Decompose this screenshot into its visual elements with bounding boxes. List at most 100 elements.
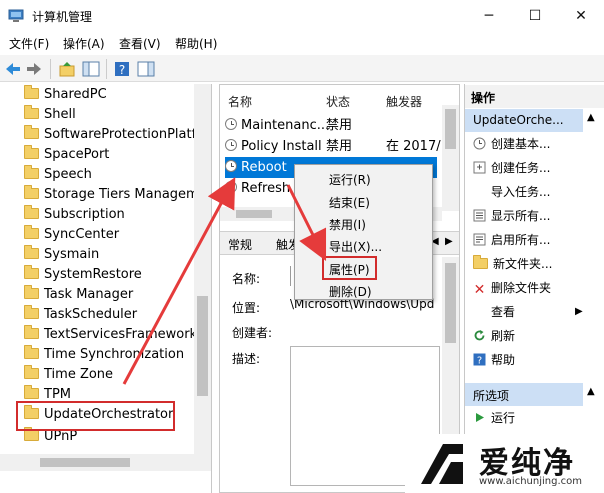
scrollbar-thumb[interactable]: [197, 296, 208, 396]
delete-x-icon: ✕: [473, 282, 486, 298]
ctx-disable[interactable]: 禁用(I): [329, 216, 366, 233]
tree-item[interactable]: SystemRestore: [24, 265, 142, 285]
folder-icon: [24, 145, 39, 159]
action-show-all-running[interactable]: 显示所有...: [473, 204, 603, 228]
menu-action[interactable]: 操作(A): [63, 35, 105, 52]
tree-horizontal-scrollbar[interactable]: [0, 454, 211, 471]
clock-icon: [225, 139, 237, 151]
action-run[interactable]: 运行: [473, 406, 603, 430]
tree-item[interactable]: Storage Tiers Manageme: [24, 185, 207, 205]
tree-item[interactable]: SoftwareProtectionPlatfor: [24, 125, 209, 145]
action-view[interactable]: 查看 ▶: [473, 300, 603, 324]
title-bar: 计算机管理 ─ ☐ ✕: [0, 0, 604, 32]
show-action-pane-icon[interactable]: [137, 60, 155, 78]
tree-item[interactable]: Time Synchronization: [24, 345, 184, 365]
scrollbar-thumb[interactable]: [445, 263, 456, 343]
actions-section-task-folder[interactable]: UpdateOrche...: [465, 109, 583, 132]
folder-icon: [24, 205, 39, 219]
menu-file[interactable]: 文件(F): [9, 35, 49, 52]
action-import-task[interactable]: 导入任务...: [473, 180, 603, 204]
tree-item[interactable]: Subscription: [24, 205, 125, 225]
folder-icon: [24, 125, 39, 139]
ctx-run[interactable]: 运行(R): [329, 171, 371, 188]
collapse-up-icon[interactable]: ▲: [587, 386, 595, 397]
tree-item[interactable]: SpacePort: [24, 145, 109, 165]
minimize-button[interactable]: ─: [466, 0, 512, 32]
help-icon[interactable]: ?: [113, 60, 131, 78]
back-arrow-icon[interactable]: [4, 60, 22, 78]
folder-icon: [24, 245, 39, 259]
tree-item[interactable]: TaskScheduler: [24, 305, 137, 325]
tab-scroll-right-icon[interactable]: ▶: [445, 236, 453, 247]
task-list-scrollbar[interactable]: [442, 105, 459, 211]
folder-icon: [24, 325, 39, 339]
tree-item[interactable]: Sysmain: [24, 245, 99, 265]
toolbar-separator: [106, 59, 107, 79]
folder-icon: [24, 365, 39, 379]
tree-item[interactable]: Time Zone: [24, 365, 113, 385]
context-menu: 运行(R) 结束(E) 禁用(I) 导出(X)... 属性(P) 删除(D): [294, 164, 433, 300]
tab-general[interactable]: 常规: [228, 236, 252, 253]
menu-bar: 文件(F) 操作(A) 查看(V) 帮助(H): [0, 32, 604, 54]
menu-view[interactable]: 查看(V): [119, 35, 161, 52]
create-basic-task-icon: [473, 137, 486, 150]
enable-history-icon: [473, 233, 486, 246]
author-label: 创建者:: [232, 326, 273, 340]
svg-text:?: ?: [477, 356, 482, 367]
description-label: 描述:: [232, 352, 261, 366]
help-icon: ?: [473, 353, 486, 366]
action-create-task[interactable]: 创建任务...: [473, 156, 603, 180]
action-enable-all-history[interactable]: 启用所有...: [473, 228, 603, 252]
task-row[interactable]: Policy Install 禁用 在 2017/: [225, 136, 441, 157]
computer-management-icon: [8, 9, 24, 22]
actions-section-selected-item[interactable]: 所选项: [465, 383, 583, 406]
show-hide-tree-icon[interactable]: [82, 60, 100, 78]
tree-scrollbar[interactable]: [194, 84, 211, 454]
task-row[interactable]: Maintenanc... 禁用: [225, 115, 437, 136]
action-help[interactable]: ? 帮助: [473, 348, 603, 372]
tree-item[interactable]: Task Manager: [24, 285, 133, 305]
tree-item[interactable]: Speech: [24, 165, 92, 185]
tree-item[interactable]: SyncCenter: [24, 225, 119, 245]
create-task-icon: [473, 161, 486, 174]
navigation-tree[interactable]: SharedPC Shell SoftwareProtectionPlatfor…: [0, 84, 212, 493]
ctx-end[interactable]: 结束(E): [329, 194, 370, 211]
folder-icon: [24, 305, 39, 319]
watermark: 爱纯净 www.aichunjing.com: [405, 434, 604, 493]
new-folder-icon: [473, 255, 488, 269]
action-refresh[interactable]: 刷新: [473, 324, 603, 348]
scrollbar-thumb[interactable]: [236, 210, 272, 218]
maximize-button[interactable]: ☐: [512, 0, 558, 32]
scrollbar-thumb[interactable]: [445, 109, 456, 149]
menu-help[interactable]: 帮助(H): [175, 35, 217, 52]
scrollbar-thumb[interactable]: [40, 458, 130, 467]
highlight-box: [322, 256, 377, 280]
action-delete-folder[interactable]: ✕ 删除文件夹: [473, 276, 603, 300]
tree-item[interactable]: TextServicesFramework: [24, 325, 197, 345]
import-task-icon: [473, 185, 486, 198]
action-create-basic-task[interactable]: 创建基本...: [473, 132, 603, 156]
brand-logo-icon: [421, 444, 463, 484]
close-button[interactable]: ✕: [558, 0, 604, 32]
ctx-delete[interactable]: 删除(D): [329, 283, 372, 300]
tree-item[interactable]: Shell: [24, 105, 76, 125]
actions-pane: 操作 UpdateOrche... ▲ 创建基本... 创建任务... 导入任务…: [464, 84, 604, 493]
name-label: 名称:: [232, 272, 261, 286]
window-title: 计算机管理: [32, 10, 93, 24]
svg-text:?: ?: [119, 63, 125, 77]
submenu-arrow-icon: ▶: [575, 306, 583, 317]
toolbar: ?: [0, 55, 604, 82]
collapse-up-icon[interactable]: ▲: [587, 112, 595, 123]
up-folder-icon[interactable]: [58, 60, 76, 78]
folder-icon: [24, 285, 39, 299]
clock-icon: [225, 160, 237, 172]
forward-arrow-icon[interactable]: [25, 60, 43, 78]
folder-icon: [24, 85, 39, 99]
column-header-trigger[interactable]: 触发器: [386, 93, 422, 110]
action-new-folder[interactable]: 新文件夹...: [473, 252, 603, 276]
column-header-name[interactable]: 名称: [228, 93, 252, 110]
toolbar-separator: [50, 59, 51, 79]
tree-item[interactable]: SharedPC: [24, 85, 107, 105]
ctx-export[interactable]: 导出(X)...: [329, 238, 382, 255]
column-header-status[interactable]: 状态: [326, 93, 350, 110]
